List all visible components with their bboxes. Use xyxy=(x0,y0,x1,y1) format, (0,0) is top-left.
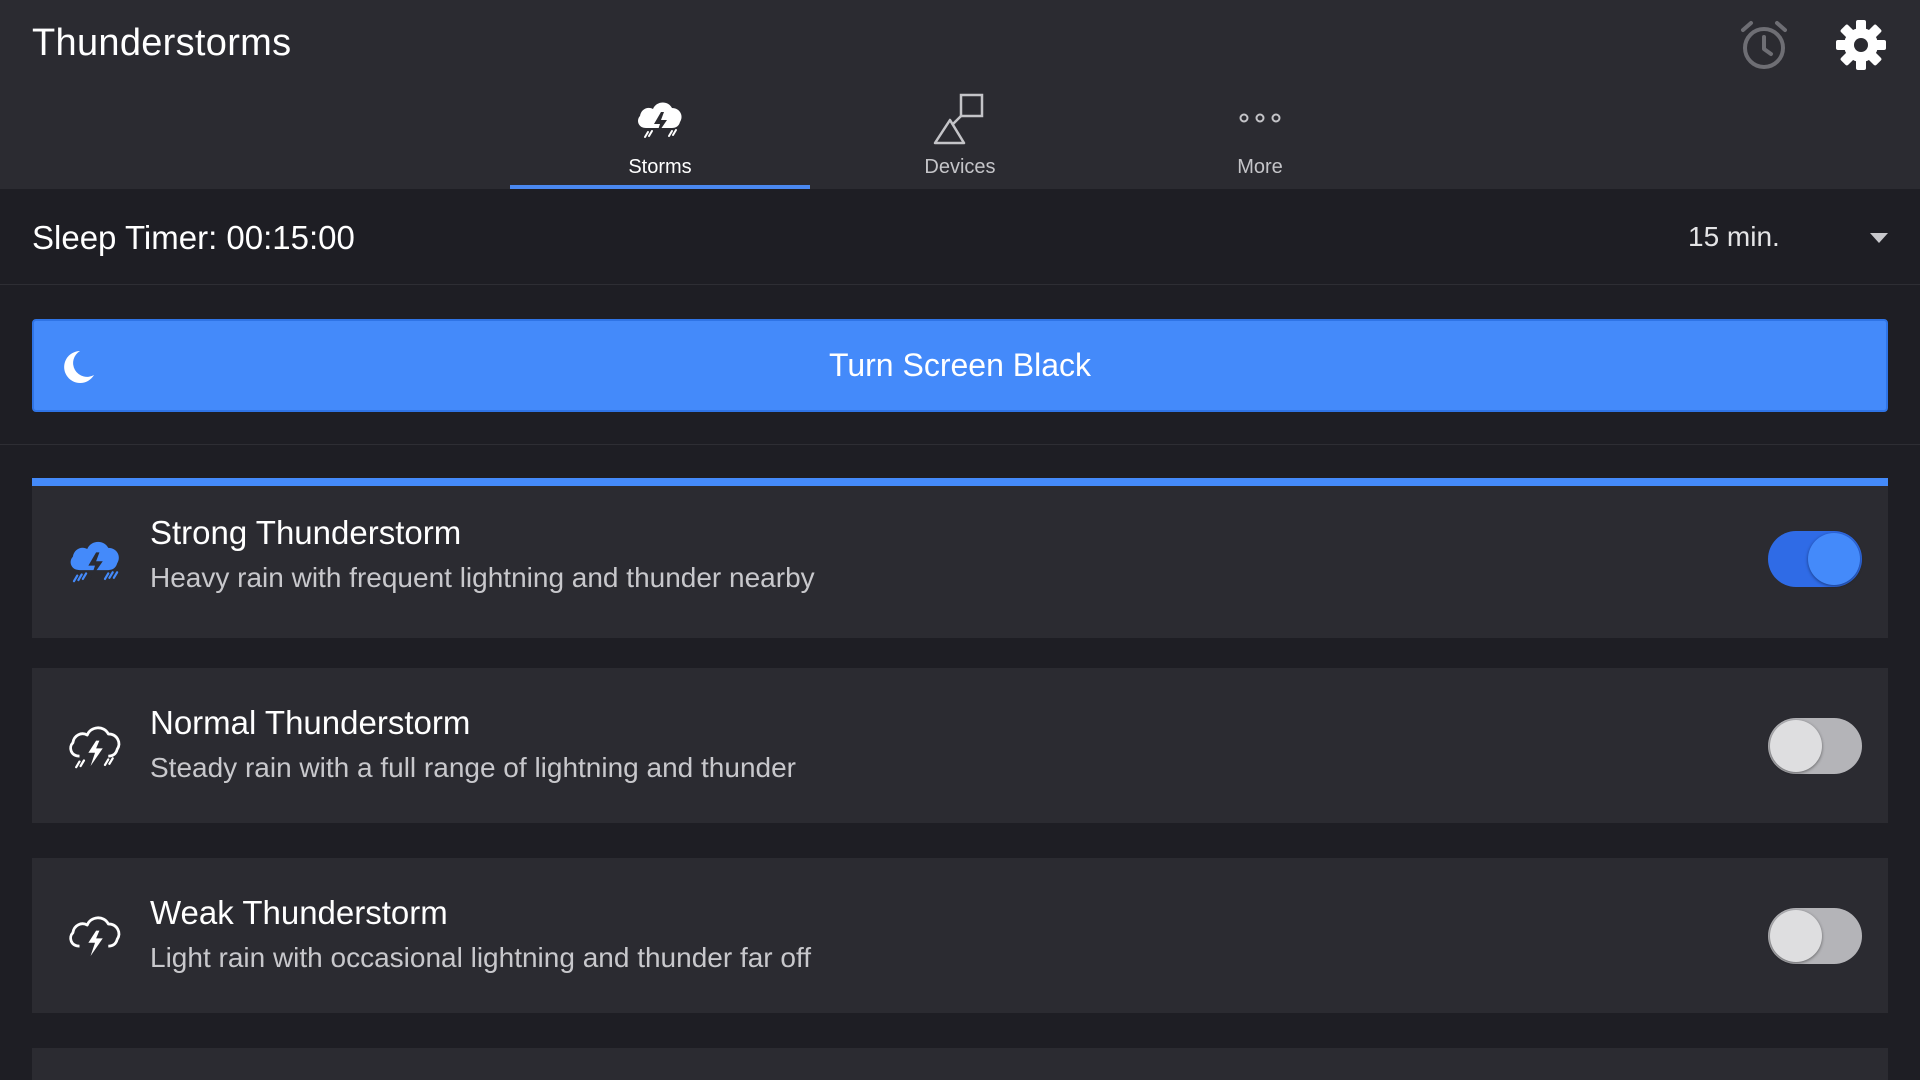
normal-storm-icon xyxy=(69,726,121,769)
app-header: Thunderstorms Storms Devices More xyxy=(0,0,1920,189)
storm-toggle-normal[interactable] xyxy=(1768,718,1862,774)
storm-description: Heavy rain with frequent lightning and t… xyxy=(150,562,815,593)
sleep-timer-row: Sleep Timer: 00:15:00 15 min. xyxy=(0,189,1920,285)
app-window: Thunderstorms Storms Devices More Sleep … xyxy=(0,0,1920,1080)
storm-card-normal[interactable]: Normal Thunderstorm Steady rain with a f… xyxy=(32,668,1888,823)
storm-card-strong[interactable]: Strong Thunderstorm Heavy rain with freq… xyxy=(32,478,1888,638)
tab-bar: Storms Devices More xyxy=(510,86,1410,189)
gear-icon[interactable] xyxy=(1830,14,1892,76)
turn-screen-black-button[interactable]: Turn Screen Black xyxy=(32,319,1888,412)
tab-storms[interactable]: Storms xyxy=(510,86,810,189)
sleep-timer-label: Sleep Timer: 00:15:00 xyxy=(32,219,355,256)
chevron-down-icon xyxy=(1870,233,1888,243)
storm-card-weak[interactable]: Weak Thunderstorm Light rain with occasi… xyxy=(32,858,1888,1013)
storm-card-partial[interactable] xyxy=(32,1048,1888,1080)
storm-title: Normal Thunderstorm xyxy=(150,704,471,741)
app-title: Thunderstorms xyxy=(32,22,292,64)
toggle-knob xyxy=(1770,910,1822,962)
weak-storm-icon xyxy=(69,916,121,957)
storm-title: Weak Thunderstorm xyxy=(150,894,448,931)
sleep-timer-dropdown[interactable]: 15 min. xyxy=(1688,209,1888,265)
storm-toggle-strong[interactable] xyxy=(1768,531,1862,587)
tab-more-label: More xyxy=(1237,156,1283,178)
storm-cloud-icon xyxy=(628,86,692,150)
tab-devices[interactable]: Devices xyxy=(810,86,1110,189)
tab-storms-label: Storms xyxy=(628,156,692,178)
more-dots-icon xyxy=(1228,86,1292,150)
alarm-clock-icon[interactable] xyxy=(1733,14,1795,76)
storm-toggle-weak[interactable] xyxy=(1768,908,1862,964)
toggle-knob xyxy=(1808,533,1860,585)
tab-devices-label: Devices xyxy=(924,156,996,178)
storm-title: Strong Thunderstorm xyxy=(150,514,462,551)
turn-screen-black-label: Turn Screen Black xyxy=(828,347,1092,383)
strong-storm-icon xyxy=(70,541,119,583)
toggle-knob xyxy=(1770,720,1822,772)
storm-description: Steady rain with a full range of lightni… xyxy=(150,752,796,783)
black-screen-section: Turn Screen Black xyxy=(0,285,1920,445)
sleep-timer-value: 15 min. xyxy=(1688,221,1780,252)
storm-description: Light rain with occasional lightning and… xyxy=(150,942,812,973)
devices-shapes-icon xyxy=(928,86,992,150)
tab-more[interactable]: More xyxy=(1110,86,1410,189)
moon-icon xyxy=(64,351,94,383)
